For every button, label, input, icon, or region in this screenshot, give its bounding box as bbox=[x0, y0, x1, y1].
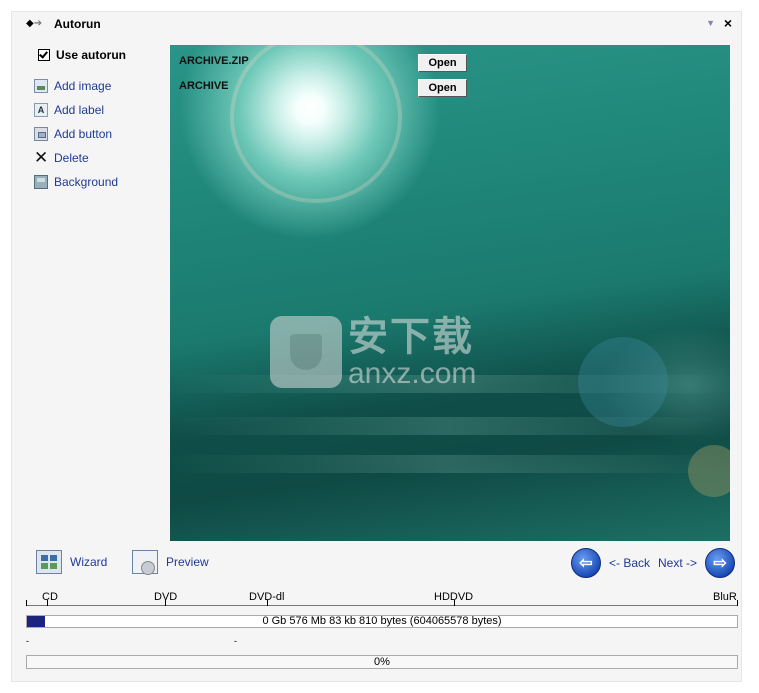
add-image-label: Add image bbox=[54, 79, 112, 93]
add-label-label: Add label bbox=[54, 103, 105, 117]
next-label: Next -> bbox=[658, 556, 698, 570]
arrow-left-icon: ⇦ bbox=[571, 548, 601, 578]
preview-button[interactable]: Preview bbox=[132, 550, 209, 575]
media-label-cd: CD bbox=[42, 591, 58, 603]
delete-button[interactable]: ✕ Delete bbox=[34, 148, 89, 167]
canvas-label-archive[interactable]: ARCHIVE bbox=[179, 80, 229, 92]
add-label-button[interactable]: A Add label bbox=[34, 103, 104, 117]
background-button[interactable]: Background bbox=[34, 175, 118, 189]
wizard-icon bbox=[36, 550, 62, 574]
add-button-button[interactable]: Add button bbox=[34, 127, 112, 141]
bottom-navigation: Wizard Preview ⇦ <- Back Next -> ⇨ bbox=[12, 546, 741, 582]
bokeh-orb bbox=[578, 337, 668, 427]
checkbox-checked-icon[interactable] bbox=[38, 49, 50, 61]
button-icon bbox=[34, 127, 48, 141]
delete-icon: ✕ bbox=[34, 148, 49, 167]
title-bar: ◆➔ Autorun ▼ × bbox=[12, 12, 741, 36]
image-icon bbox=[34, 79, 48, 93]
add-image-button[interactable]: Add image bbox=[34, 79, 111, 93]
wizard-button[interactable]: Wizard bbox=[36, 550, 107, 574]
wizard-label: Wizard bbox=[70, 555, 108, 569]
chevron-down-icon[interactable]: ▼ bbox=[706, 18, 715, 28]
progress-bar: 0% bbox=[26, 655, 738, 669]
autorun-preview-canvas[interactable]: ARCHIVE.ZIP Open ARCHIVE Open 安下载 anxz.c… bbox=[170, 45, 730, 541]
autorun-window: ◆➔ Autorun ▼ × Use autorun Add image A A… bbox=[11, 11, 742, 682]
arrow-left-icon[interactable]: ◆ bbox=[26, 18, 34, 29]
watermark: 安下载 anxz.com bbox=[270, 315, 476, 389]
arrow-right-icon[interactable]: ➔ bbox=[34, 18, 42, 29]
bokeh-orb bbox=[688, 445, 730, 497]
progress-text: 0% bbox=[374, 656, 390, 668]
preview-label: Preview bbox=[166, 555, 209, 569]
media-label-dvd: DVD bbox=[154, 591, 178, 603]
capacity-text: 0 Gb 576 Mb 83 kb 810 bytes (604065578 b… bbox=[262, 615, 502, 627]
add-button-label: Add button bbox=[54, 127, 113, 141]
media-label-dvd-dl: DVD-dl bbox=[249, 591, 285, 603]
background-label: Background bbox=[54, 175, 119, 189]
media-label-blur: BluR bbox=[713, 591, 737, 603]
delete-label: Delete bbox=[54, 151, 89, 165]
watermark-cn: 安下载 bbox=[348, 315, 474, 359]
capacity-bar: 0 Gb 576 Mb 83 kb 810 bytes (604065578 b… bbox=[26, 615, 738, 628]
watermark-en: anxz.com bbox=[348, 357, 477, 390]
canvas-label-archive-zip[interactable]: ARCHIVE.ZIP bbox=[179, 55, 249, 67]
open-button[interactable]: Open bbox=[418, 54, 467, 72]
sun-halo bbox=[230, 45, 402, 203]
close-icon[interactable]: × bbox=[724, 15, 732, 31]
back-button[interactable]: ⇦ <- Back bbox=[571, 548, 650, 578]
preview-icon bbox=[132, 550, 158, 575]
open-button[interactable]: Open bbox=[418, 79, 467, 97]
use-autorun-label: Use autorun bbox=[56, 48, 127, 62]
media-label-hddvd: HDDVD bbox=[434, 591, 474, 603]
label-icon: A bbox=[34, 103, 48, 117]
media-ruler: CD DVD DVD-dl HDDVD BluR bbox=[26, 590, 738, 606]
back-label: <- Back bbox=[609, 556, 651, 570]
window-title: Autorun bbox=[54, 17, 101, 31]
arrow-right-icon: ⇨ bbox=[705, 548, 736, 578]
background-icon bbox=[34, 175, 48, 189]
shield-logo-icon bbox=[270, 316, 342, 388]
use-autorun-checkbox[interactable]: Use autorun bbox=[38, 48, 126, 62]
next-button[interactable]: Next -> ⇨ bbox=[658, 548, 736, 578]
